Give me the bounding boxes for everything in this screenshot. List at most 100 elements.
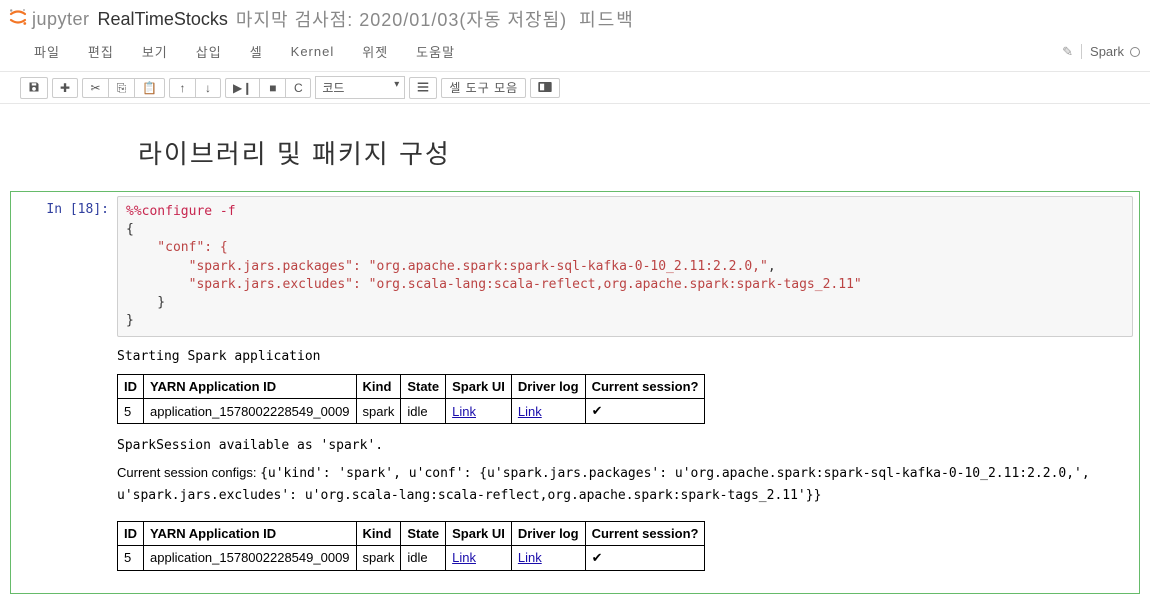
driverlog-link[interactable]: Link [518,404,542,419]
th-state: State [401,375,446,399]
td-kind: spark [356,399,401,424]
code-line-4a: "spark.jars.packages": [126,259,369,274]
kernel-idle-icon [1130,47,1140,57]
in-prompt: In [18]: [46,202,109,217]
code-line-7: } [126,313,134,328]
menu-widgets[interactable]: 위젯 [348,38,402,65]
td-kind: spark [356,545,401,570]
code-line-1: %%configure -f [126,204,236,219]
table-header-row: ID YARN Application ID Kind State Spark … [118,521,705,545]
td-sparkui: Link [446,399,512,424]
code-line-6: } [126,295,165,310]
celltype-select-wrap: 코드 [315,76,405,99]
spark-table-1: ID YARN Application ID Kind State Spark … [117,374,705,424]
th-current: Current session? [585,521,705,545]
move-up-button[interactable]: ↑ [169,78,195,98]
command-palette-button[interactable] [409,77,437,99]
cell-toolbar-button[interactable]: 셀 도구 모음 [441,78,526,98]
configs-value: {u'kind': 'spark', u'conf': {u'spark.jar… [117,466,1090,503]
spark-table-2: ID YARN Application ID Kind State Spark … [117,521,705,571]
td-state: idle [401,399,446,424]
td-current: ✔ [585,399,705,424]
code-line-4c: , [768,259,776,274]
th-id: ID [118,375,144,399]
th-kind: Kind [356,521,401,545]
markdown-heading-cell[interactable]: 라이브러리 및 패키지 구성 [10,134,1140,191]
th-id: ID [118,521,144,545]
code-line-5a: "spark.jars.excludes": [126,277,369,292]
th-state: State [401,521,446,545]
toggle-button[interactable] [530,78,560,98]
cell-body: %%configure -f { "conf": { "spark.jars.p… [117,196,1133,583]
notebook-name[interactable]: RealTimeStocks [98,9,228,30]
menubar: 파일 편집 보기 삽입 셀 Kernel 위젯 도움말 ✎ Spark [0,36,1150,72]
td-yarn: application_1578002228549_0009 [144,399,357,424]
td-id: 5 [118,545,144,570]
menu-file[interactable]: 파일 [20,38,74,65]
th-current: Current session? [585,375,705,399]
toolbar: ✚ ✂ ⎘ 📋 ↑ ↓ ▶❙ ■ C 코드 셀 도구 모음 [0,72,1150,104]
menu-view[interactable]: 보기 [128,38,182,65]
celltype-select[interactable]: 코드 [315,76,405,99]
menu-insert[interactable]: 삽입 [182,38,236,65]
output-session-available: SparkSession available as 'spark'. [117,436,1133,463]
code-line-2: { [126,222,134,237]
menu-help[interactable]: 도움말 [402,38,469,65]
table-row: 5 application_1578002228549_0009 spark i… [118,399,705,424]
th-sparkui: Spark UI [446,521,512,545]
move-down-button[interactable]: ↓ [195,78,221,98]
insert-cell-button[interactable]: ✚ [52,78,78,98]
sparkui-link[interactable]: Link [452,550,476,565]
cut-button[interactable]: ✂ [82,78,108,98]
code-line-3: "conf": { [126,240,228,255]
kernel-name-text: Spark [1090,44,1124,59]
cell-prompt: In [18]: [17,196,117,583]
td-id: 5 [118,399,144,424]
output-starting: Starting Spark application [117,347,1133,374]
sparkui-link[interactable]: Link [452,404,476,419]
menubar-right: ✎ Spark [1062,44,1140,60]
th-driver: Driver log [511,375,585,399]
move-group: ↑ ↓ [169,78,221,98]
menu-kernel[interactable]: Kernel [277,40,349,63]
th-driver: Driver log [511,521,585,545]
driverlog-link[interactable]: Link [518,550,542,565]
table-header-row: ID YARN Application ID Kind State Spark … [118,375,705,399]
checkpoint-status: 마지막 검사점: 2020/01/03(자동 저장됨) [236,6,567,32]
menu-edit[interactable]: 편집 [74,38,128,65]
configs-label: Current session configs: [117,465,260,480]
td-state: idle [401,545,446,570]
run-button[interactable]: ▶❙ [225,78,259,98]
output-session-configs: Current session configs: {u'kind': 'spar… [117,463,1133,521]
table-row: 5 application_1578002228549_0009 spark i… [118,545,705,570]
th-yarn: YARN Application ID [144,375,357,399]
th-yarn: YARN Application ID [144,521,357,545]
notebook-header: jupyter RealTimeStocks 마지막 검사점: 2020/01/… [0,0,1150,36]
td-current: ✔ [585,545,705,570]
code-cell[interactable]: In [18]: %%configure -f { "conf": { "spa… [10,191,1140,594]
code-line-5b: "org.scala-lang:scala-reflect,org.apache… [369,277,862,292]
td-driver: Link [511,399,585,424]
restart-button[interactable]: C [285,78,311,98]
jupyter-logo-text: jupyter [32,9,90,30]
pencil-icon[interactable]: ✎ [1062,44,1073,60]
notebook-area: 라이브러리 및 패키지 구성 In [18]: %%configure -f {… [0,104,1150,604]
cut-copy-paste-group: ✂ ⎘ 📋 [82,78,165,98]
interrupt-button[interactable]: ■ [259,78,285,98]
run-group: ▶❙ ■ C [225,78,311,98]
save-button[interactable] [20,77,48,99]
paste-button[interactable]: 📋 [134,78,165,98]
th-kind: Kind [356,375,401,399]
menu-cell[interactable]: 셀 [236,38,277,65]
th-sparkui: Spark UI [446,375,512,399]
feedback-link[interactable]: 피드백 [579,6,635,32]
code-input[interactable]: %%configure -f { "conf": { "spark.jars.p… [117,196,1133,337]
code-line-4b: "org.apache.spark:spark-sql-kafka-0-10_2… [369,259,768,274]
td-driver: Link [511,545,585,570]
jupyter-logo-icon [8,7,28,32]
jupyter-logo: jupyter [8,7,90,32]
td-sparkui: Link [446,545,512,570]
kernel-indicator: Spark [1081,44,1140,59]
copy-button[interactable]: ⎘ [108,78,134,98]
td-yarn: application_1578002228549_0009 [144,545,357,570]
